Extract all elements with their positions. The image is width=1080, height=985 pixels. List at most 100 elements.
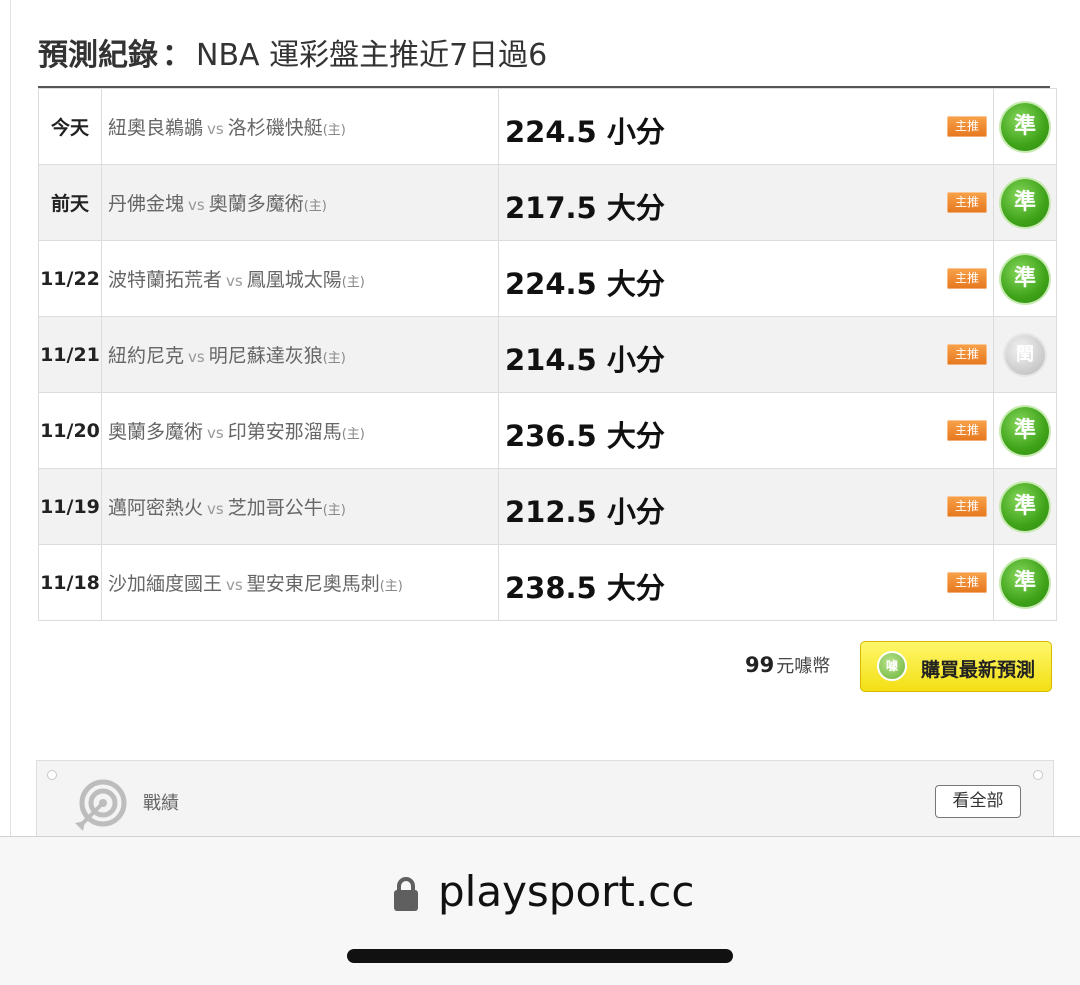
record-pick: 214.5 小分 主推 — [498, 316, 994, 393]
vs-label: vs — [226, 576, 243, 594]
vs-label: vs — [188, 348, 205, 366]
table-row: 11/19 邁阿密熱火 vs 芝加哥公牛(主) 212.5 小分 主推 準 — [38, 468, 1057, 545]
main-pick-badge: 主推 — [947, 268, 987, 289]
home-team: 明尼蘇達灰狼 — [208, 345, 323, 367]
away-team: 丹佛金塊 — [108, 193, 185, 215]
record-matchup[interactable]: 紐約尼克 vs 明尼蘇達灰狼(主) — [101, 316, 499, 393]
away-team: 奧蘭多魔術 — [108, 421, 204, 443]
lock-icon — [394, 877, 418, 911]
coin-icon: 噱 — [877, 651, 907, 681]
vs-label: vs — [207, 500, 224, 518]
record-date: 今天 — [38, 88, 102, 165]
record-pick: 217.5 大分 主推 — [498, 164, 994, 241]
record-result: 閏 — [993, 316, 1057, 393]
record-date: 11/19 — [38, 468, 102, 545]
record-result: 準 — [993, 392, 1057, 469]
price-unit: 元噱幣 — [776, 656, 831, 677]
record-matchup[interactable]: 紐奧良鵜鶘 vs 洛杉磯快艇(主) — [101, 88, 499, 165]
main-pick-badge: 主推 — [947, 496, 987, 517]
page-edge — [10, 0, 11, 836]
record-pick: 224.5 大分 主推 — [498, 240, 994, 317]
browser-address-bar[interactable]: playsport.cc — [0, 836, 1080, 985]
result-hit-icon: 準 — [1001, 558, 1049, 607]
view-all-button[interactable]: 看全部 — [935, 785, 1021, 818]
record-result: 準 — [993, 544, 1057, 621]
pick-value: 214.5 小分 — [505, 343, 665, 377]
pick-value: 212.5 小分 — [505, 495, 665, 529]
record-matchup[interactable]: 丹佛金塊 vs 奧蘭多魔術(主) — [101, 164, 499, 241]
result-hit-icon: 準 — [1001, 178, 1049, 227]
home-team: 奧蘭多魔術 — [208, 193, 304, 215]
record-result: 準 — [993, 240, 1057, 317]
home-team: 鳳凰城太陽 — [246, 269, 342, 291]
record-date: 11/20 — [38, 392, 102, 469]
pick-value: 224.5 大分 — [505, 267, 665, 301]
record-pick: 212.5 小分 主推 — [498, 468, 994, 545]
result-hit-icon: 準 — [1001, 102, 1049, 151]
home-marker: (主) — [322, 503, 346, 518]
main-pick-badge: 主推 — [947, 572, 987, 593]
vs-label: vs — [207, 120, 224, 138]
table-row: 前天 丹佛金塊 vs 奧蘭多魔術(主) 217.5 大分 主推 準 — [38, 164, 1057, 241]
record-date: 11/22 — [38, 240, 102, 317]
vs-label: vs — [226, 272, 243, 290]
away-team: 沙加緬度國王 — [108, 573, 223, 595]
main-pick-badge: 主推 — [947, 344, 987, 365]
home-marker: (主) — [341, 427, 365, 442]
record-panel-title: 戰績 — [143, 793, 179, 814]
record-matchup[interactable]: 奧蘭多魔術 vs 印第安那溜馬(主) — [101, 392, 499, 469]
price-label: 99 元噱幣 — [745, 652, 830, 678]
result-hit-icon: 準 — [1001, 406, 1049, 455]
home-marker: (主) — [379, 579, 403, 594]
page-title-separator: ： — [162, 38, 192, 73]
table-row: 11/21 紐約尼克 vs 明尼蘇達灰狼(主) 214.5 小分 主推 閏 — [38, 316, 1057, 393]
record-matchup[interactable]: 邁阿密熱火 vs 芝加哥公牛(主) — [101, 468, 499, 545]
record-result: 準 — [993, 468, 1057, 545]
record-date: 前天 — [38, 164, 102, 241]
away-team: 紐約尼克 — [108, 345, 185, 367]
table-row: 11/22 波特蘭拓荒者 vs 鳳凰城太陽(主) 224.5 大分 主推 準 — [38, 240, 1057, 317]
record-result: 準 — [993, 164, 1057, 241]
panel-corner-dot-left — [47, 770, 57, 780]
away-team: 紐奧良鵜鶘 — [108, 117, 204, 139]
main-pick-badge: 主推 — [947, 192, 987, 213]
buy-button-label: 購買最新預測 — [921, 659, 1036, 681]
away-team: 邁阿密熱火 — [108, 497, 204, 519]
vs-label: vs — [188, 196, 205, 214]
page-title-label: 預測紀錄 — [38, 38, 158, 73]
home-marker: (主) — [322, 351, 346, 366]
result-hit-icon: 準 — [1001, 482, 1049, 531]
record-result: 準 — [993, 88, 1057, 165]
away-team: 波特蘭拓荒者 — [108, 269, 223, 291]
record-date: 11/21 — [38, 316, 102, 393]
url-text[interactable]: playsport.cc — [438, 867, 694, 916]
home-team: 芝加哥公牛 — [227, 497, 323, 519]
page-title: 預測紀錄： NBA 運彩盤主推近7日過6 — [38, 30, 547, 74]
record-pick: 224.5 小分 主推 — [498, 88, 994, 165]
home-marker: (主) — [341, 275, 365, 290]
page-title-subtitle: NBA 運彩盤主推近7日過6 — [196, 38, 548, 73]
result-hit-icon: 準 — [1001, 254, 1049, 303]
pick-value: 238.5 大分 — [505, 571, 665, 605]
table-row: 11/18 沙加緬度國王 vs 聖安東尼奧馬刺(主) 238.5 大分 主推 準 — [38, 544, 1057, 621]
home-team: 印第安那溜馬 — [227, 421, 342, 443]
record-matchup[interactable]: 波特蘭拓荒者 vs 鳳凰城太陽(主) — [101, 240, 499, 317]
result-push-icon: 閏 — [1005, 334, 1045, 375]
panel-corner-dot-right — [1033, 770, 1043, 780]
record-pick: 238.5 大分 主推 — [498, 544, 994, 621]
record-date: 11/18 — [38, 544, 102, 621]
table-row: 11/20 奧蘭多魔術 vs 印第安那溜馬(主) 236.5 大分 主推 準 — [38, 392, 1057, 469]
buy-latest-prediction-button[interactable]: 噱 購買最新預測 — [860, 641, 1052, 692]
home-indicator[interactable] — [347, 949, 733, 963]
pick-value: 224.5 小分 — [505, 115, 665, 149]
main-pick-badge: 主推 — [947, 116, 987, 137]
home-team: 聖安東尼奧馬刺 — [246, 573, 380, 595]
home-team: 洛杉磯快艇 — [227, 117, 323, 139]
pick-value: 217.5 大分 — [505, 191, 665, 225]
record-pick: 236.5 大分 主推 — [498, 392, 994, 469]
vs-label: vs — [207, 424, 224, 442]
price-amount: 99 — [745, 653, 775, 677]
pick-value: 236.5 大分 — [505, 419, 665, 453]
record-matchup[interactable]: 沙加緬度國王 vs 聖安東尼奧馬刺(主) — [101, 544, 499, 621]
table-row: 今天 紐奧良鵜鶘 vs 洛杉磯快艇(主) 224.5 小分 主推 準 — [38, 88, 1057, 165]
